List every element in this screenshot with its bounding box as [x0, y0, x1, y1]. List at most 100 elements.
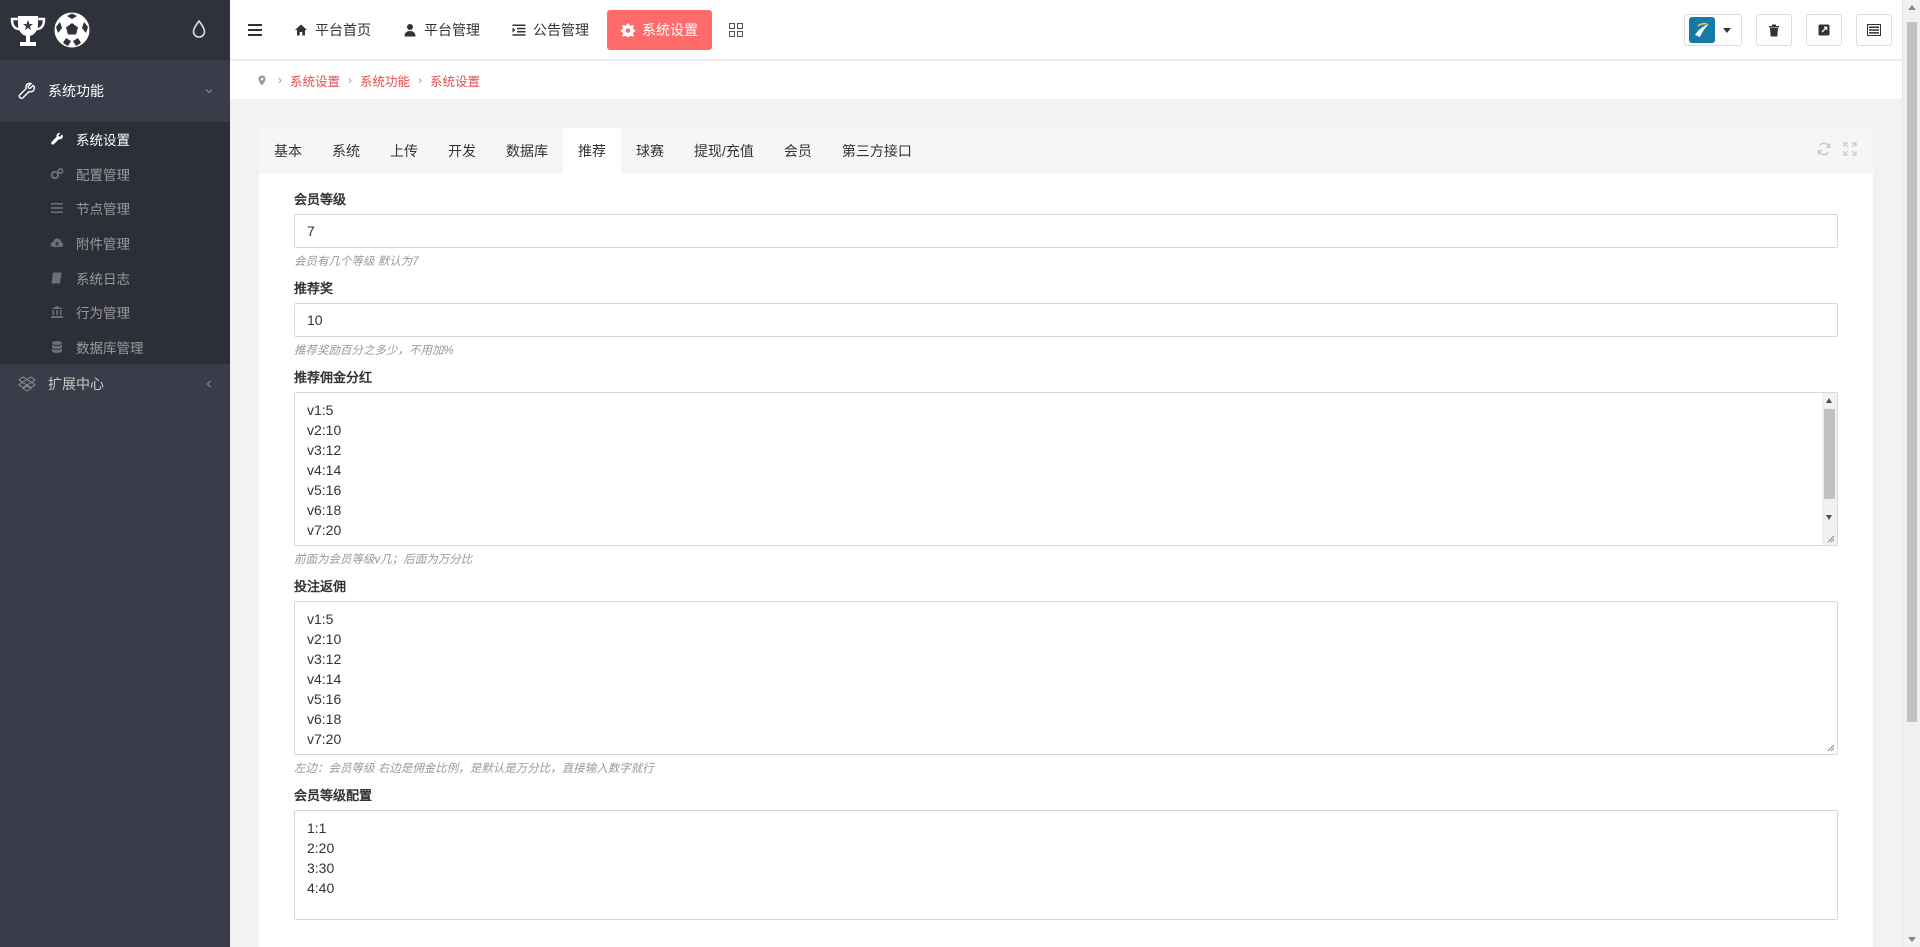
top-nav-platform[interactable]: 平台管理 — [389, 10, 494, 50]
scroll-down-arrow[interactable] — [1826, 515, 1832, 520]
sidebar: 系统功能 系统设置 配置管理 节点管理 附件管理 系统日志 行为管理 数据库管理… — [0, 0, 230, 947]
breadcrumb-item[interactable]: 系统设置 — [290, 71, 340, 90]
bank-icon — [51, 306, 63, 319]
textarea-line: v5:16 — [307, 482, 342, 498]
scroll-thumb[interactable] — [1824, 409, 1835, 499]
apps-button[interactable] — [716, 10, 756, 50]
tab-system[interactable]: 系统 — [317, 128, 375, 174]
field-label: 推荐佣金分红 — [294, 370, 373, 385]
sidebar-item-system-settings[interactable]: 系统设置 — [0, 122, 230, 157]
indent-icon — [512, 24, 526, 36]
cogs-icon — [50, 167, 64, 180]
top-nav: 平台首页 平台管理 公告管理 系统设置 — [280, 0, 756, 60]
scroll-up-arrow[interactable] — [1826, 398, 1832, 403]
logo-bar — [0, 0, 230, 60]
top-right-tools — [1684, 14, 1892, 46]
sidebar-item-database[interactable]: 数据库管理 — [0, 330, 230, 365]
sidebar-group-system[interactable]: 系统功能 — [0, 60, 230, 122]
sidebar-group-label: 系统功能 — [48, 83, 104, 99]
breadcrumb-item[interactable]: 系统功能 — [360, 71, 410, 90]
tint-icon[interactable] — [192, 20, 206, 38]
page-scrollbar[interactable] — [1902, 0, 1920, 947]
sidebar-item-nodes[interactable]: 节点管理 — [0, 191, 230, 226]
logo[interactable] — [8, 10, 92, 50]
textarea-line: 1:1 — [307, 820, 327, 836]
field-referral-commission: 推荐佣金分红 v1:5 v2:10 v3:12 v4:14 v5:16 v6:1… — [294, 368, 1838, 566]
referral-commission-textarea[interactable]: v1:5 v2:10 v3:12 v4:14 v5:16 v6:18 v7:20 — [294, 392, 1838, 546]
top-nav-label: 公告管理 — [533, 21, 589, 38]
expand-icon[interactable] — [1843, 142, 1857, 156]
sidebar-item-label: 配置管理 — [76, 167, 130, 183]
textarea-scrollbar[interactable] — [1822, 393, 1837, 545]
sidebar-item-attachments[interactable]: 附件管理 — [0, 226, 230, 261]
field-help: 会员有几个等级 默认为7 — [294, 256, 419, 268]
panel-tools — [1817, 142, 1857, 156]
textarea-line: v6:18 — [307, 711, 342, 727]
user-icon — [404, 23, 416, 36]
top-nav-home[interactable]: 平台首页 — [280, 10, 385, 50]
refresh-icon[interactable] — [1817, 142, 1831, 156]
tab-database[interactable]: 数据库 — [491, 128, 563, 174]
menu-toggle-button[interactable] — [230, 0, 280, 60]
top-nav-label: 系统设置 — [642, 21, 698, 38]
member-level-config-textarea[interactable]: 1:1 2:20 3:30 4:40 — [294, 810, 1838, 920]
sidebar-item-behavior[interactable]: 行为管理 — [0, 295, 230, 330]
field-member-level-config: 会员等级配置 1:1 2:20 3:30 4:40 — [294, 786, 1838, 920]
book-icon — [51, 272, 62, 284]
database-icon — [51, 340, 63, 353]
field-help: 前面为会员等级v几；后面为万分比 — [294, 554, 473, 566]
sidebar-item-logs[interactable]: 系统日志 — [0, 260, 230, 295]
bars-icon — [248, 23, 262, 36]
field-label: 会员等级 — [294, 192, 347, 207]
sidebar-sub-nav: 系统设置 配置管理 节点管理 附件管理 系统日志 行为管理 数据库管理 — [0, 122, 230, 365]
sidebar-item-label: 系统日志 — [76, 271, 130, 287]
resize-grip-icon[interactable] — [1825, 742, 1835, 752]
breadcrumb-separator: › — [348, 73, 353, 87]
trash-icon — [1769, 24, 1779, 36]
tab-basic[interactable]: 基本 — [259, 128, 317, 174]
tab-referral[interactable]: 推荐 — [563, 128, 621, 174]
breadcrumb-item[interactable]: 系统设置 — [430, 71, 480, 90]
avatar — [1689, 17, 1715, 43]
settings-panel: 基本 系统 上传 开发 数据库 推荐 球赛 提现/充值 会员 第三方接口 会员等… — [259, 128, 1873, 947]
top-nav-announcements[interactable]: 公告管理 — [498, 10, 603, 50]
trophy-icon — [10, 16, 46, 46]
chevron-left-icon — [206, 380, 211, 388]
breadcrumb: › 系统设置 › 系统功能 › 系统设置 — [230, 61, 1902, 99]
tab-develop[interactable]: 开发 — [433, 128, 491, 174]
caret-down-icon — [1723, 27, 1731, 33]
clear-cache-button[interactable] — [1756, 14, 1792, 46]
scroll-thumb[interactable] — [1907, 22, 1917, 722]
top-nav-system-settings[interactable]: 系统设置 — [607, 9, 712, 50]
settings-panel-button[interactable] — [1856, 14, 1892, 46]
sidebar-group-extensions[interactable]: 扩展中心 — [0, 364, 230, 404]
dropbox-icon — [18, 376, 36, 392]
referral-bonus-input[interactable]: 10 — [294, 303, 1838, 337]
open-frontend-button[interactable] — [1806, 14, 1842, 46]
textarea-line: v7:20 — [307, 522, 342, 538]
sidebar-item-label: 行为管理 — [76, 306, 130, 322]
tab-member[interactable]: 会员 — [769, 128, 827, 174]
field-referral-bonus: 推荐奖 10 推荐奖励百分之多少，不用加% — [294, 279, 1838, 357]
field-bet-rebate: 投注返佣 v1:5 v2:10 v3:12 v4:14 v5:16 v6:18 … — [294, 577, 1838, 775]
member-level-input[interactable]: 7 — [294, 214, 1838, 248]
tab-withdraw-recharge[interactable]: 提现/充值 — [679, 128, 769, 174]
resize-grip-icon[interactable] — [1825, 533, 1835, 543]
scroll-down-arrow[interactable] — [1908, 937, 1916, 942]
wrench-icon — [51, 133, 63, 145]
user-menu[interactable] — [1684, 14, 1742, 46]
settings-form: 会员等级 7 会员有几个等级 默认为7 推荐奖 10 推荐奖励百分之多少，不用加… — [259, 174, 1873, 920]
tab-match[interactable]: 球赛 — [621, 128, 679, 174]
breadcrumb-separator: › — [278, 73, 282, 87]
field-label: 推荐奖 — [294, 281, 334, 296]
wrench-icon — [18, 82, 36, 100]
sidebar-item-config[interactable]: 配置管理 — [0, 157, 230, 192]
bet-rebate-textarea[interactable]: v1:5 v2:10 v3:12 v4:14 v5:16 v6:18 v7:20 — [294, 601, 1838, 755]
scroll-up-arrow[interactable] — [1908, 5, 1916, 10]
top-nav-label: 平台管理 — [424, 21, 480, 38]
tab-third-party-api[interactable]: 第三方接口 — [827, 128, 927, 174]
field-help: 推荐奖励百分之多少，不用加% — [294, 345, 454, 357]
textarea-line: 4:40 — [307, 880, 335, 896]
textarea-line: v7:20 — [307, 731, 342, 747]
tab-upload[interactable]: 上传 — [375, 128, 433, 174]
